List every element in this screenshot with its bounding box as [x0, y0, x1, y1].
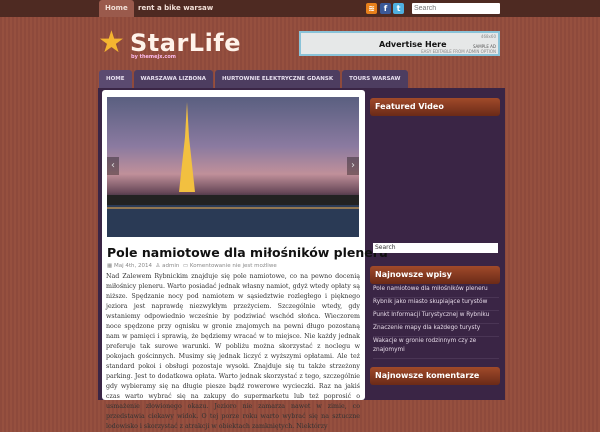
nav-home[interactable]: HOME: [99, 70, 132, 88]
author-icon: ♙: [153, 263, 161, 269]
slider-prev-arrow[interactable]: ‹: [107, 157, 119, 175]
post-author[interactable]: admin: [162, 263, 179, 269]
ad-note: EASY EDITABLE FROM ADMIN OPTION: [421, 49, 496, 54]
post-comments: Komentowanie nie jest możliwe: [189, 263, 277, 269]
facebook-icon[interactable]: f: [380, 3, 391, 14]
comment-icon: ▭: [181, 263, 189, 269]
featured-slider-image[interactable]: ‹ ›: [107, 97, 359, 237]
widget-title-recent-comments: Najnowsze komentarze: [370, 367, 500, 385]
logo-title: StarLife: [130, 29, 242, 57]
rss-icon[interactable]: ≋: [366, 3, 377, 14]
top-nav-home[interactable]: Home: [99, 0, 134, 17]
top-nav-rent-a-bike[interactable]: rent a bike warsaw: [132, 0, 219, 17]
post-body: Nad Zalewem Rybnickim znajduje się pole …: [106, 273, 360, 430]
post-meta: ▦ Maj 4th, 2014 ♙ admin ▭ Komentowanie n…: [107, 263, 277, 269]
widget-title-featured-video: Featured Video: [370, 98, 500, 116]
calendar-icon: ▦: [107, 263, 113, 269]
nav-tours-warsaw[interactable]: TOURS WARSAW: [342, 70, 408, 88]
recent-post-link[interactable]: Wakacje w gronie rodzinnym czy ze znajom…: [373, 337, 499, 359]
nav-warszawa-lizbona[interactable]: WARSZAWA LIZBONA: [133, 70, 214, 88]
recent-post-link[interactable]: Znaczenie mapy dla każdego turysty: [373, 324, 499, 337]
top-search-input[interactable]: [412, 3, 500, 14]
widget-title-recent-posts: Najnowsze wpisy: [370, 266, 500, 284]
post-title[interactable]: Pole namiotowe dla miłośników pleneru: [107, 245, 388, 260]
ad-size: 468x60: [480, 34, 496, 39]
ad-title: Advertise Here: [379, 40, 447, 49]
ad-banner[interactable]: 468x60 Advertise Here SAMPLE AD EASY EDI…: [299, 31, 500, 56]
recent-post-link[interactable]: Punkt Informacji Turystycznej w Rybniku: [373, 311, 499, 324]
sidebar-search-input[interactable]: Search: [373, 243, 498, 253]
logo-subtitle: by themejx.com: [131, 54, 176, 60]
post-date: Maj 4th, 2014: [113, 263, 152, 269]
twitter-icon[interactable]: t: [393, 3, 404, 14]
star-icon: ★: [98, 25, 125, 60]
main-nav: HOME WARSZAWA LIZBONA HURTOWNIE ELEKTRYC…: [99, 70, 408, 88]
nav-hurtownie[interactable]: HURTOWNIE ELEKTRYCZNE GDANSK: [215, 70, 341, 88]
recent-post-link[interactable]: Pole namiotowe dla miłośników pleneru: [373, 285, 499, 298]
top-bar: [0, 0, 600, 17]
recent-post-link[interactable]: Rybnik jako miasto skupiające turystów: [373, 298, 499, 311]
slider-next-arrow[interactable]: ›: [347, 157, 359, 175]
